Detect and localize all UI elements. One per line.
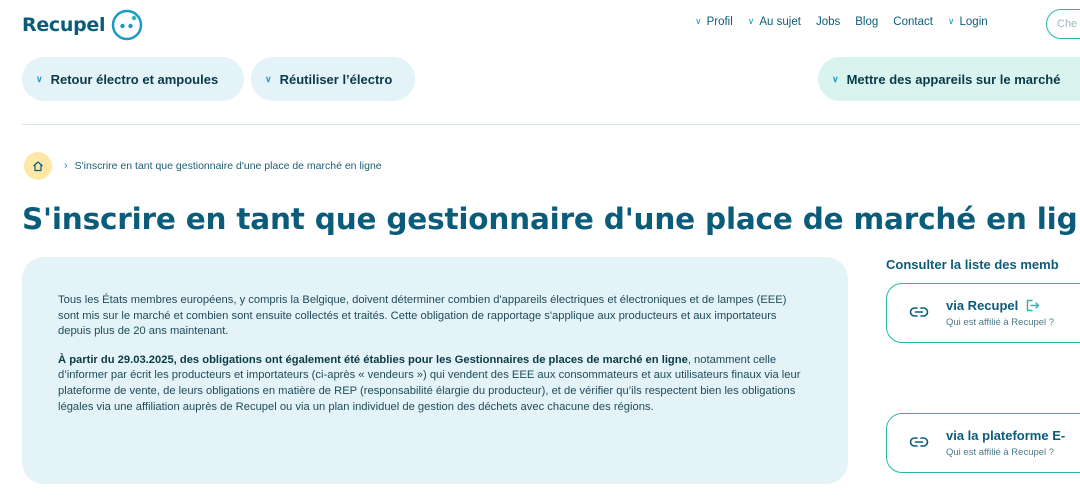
chevron-down-icon: ∨ <box>265 73 272 84</box>
logo-text: Recupel <box>22 14 106 36</box>
mainnav-label: Réutiliser l’électro <box>279 71 393 87</box>
card-title-text: via la plateforme E- <box>946 428 1066 443</box>
card-title: via Recupel <box>946 298 1040 313</box>
external-link-icon <box>1027 299 1040 312</box>
breadcrumb-current: S'inscrire en tant que gestionnaire d'un… <box>74 160 382 172</box>
nav-label: Contact <box>893 16 933 28</box>
link-icon <box>909 437 929 447</box>
mainnav-mettre-sur-marche[interactable]: ∨ Mettre des appareils sur le marché <box>818 57 1080 101</box>
card-subtitle: Qui est affilié à Recupel ? <box>946 447 1055 458</box>
card-subtitle: Qui est affilié à Recupel ? <box>946 317 1055 328</box>
chevron-down-icon: ∨ <box>947 15 955 26</box>
recupel-logo[interactable]: Recupel <box>22 9 143 41</box>
page-title: S'inscrire en tant que gestionnaire d'un… <box>22 202 1080 236</box>
via-recupel-card[interactable]: via Recupel Qui est affilié à Recupel ? <box>886 283 1080 343</box>
info-highlight: À partir du 29.03.2025, des obligations … <box>58 353 688 366</box>
nav-contact[interactable]: Contact <box>893 16 933 28</box>
info-paragraph-1: Tous les États membres européens, y comp… <box>58 294 787 338</box>
breadcrumb: › S'inscrire en tant que gestionnaire d'… <box>24 152 382 180</box>
nav-profil[interactable]: ∨ Profil <box>695 15 733 29</box>
nav-login[interactable]: ∨ Login <box>947 15 988 29</box>
chevron-down-icon: ∨ <box>747 15 755 26</box>
card-title-text: via Recupel <box>946 298 1019 313</box>
via-plateforme-card[interactable]: via la plateforme E- Qui est affilié à R… <box>886 413 1080 473</box>
chevron-right-icon: › <box>64 160 68 172</box>
link-icon <box>909 307 929 317</box>
nav-jobs[interactable]: Jobs <box>816 16 840 28</box>
nav-label: Profil <box>706 16 733 28</box>
top-nav: ∨ Profil ∨ Au sujet Jobs Blog Contact ∨ … <box>695 15 1003 29</box>
info-paragraph-2: À partir du 29.03.2025, des obligations … <box>58 353 810 415</box>
logo-face-icon <box>111 9 143 41</box>
mainnav-reutiliser[interactable]: ∨ Réutiliser l’électro <box>251 57 415 101</box>
card-title: via la plateforme E- <box>946 428 1065 443</box>
mainnav-retour-electro[interactable]: ∨ Retour électro et ampoules <box>22 57 244 101</box>
nav-au-sujet[interactable]: ∨ Au sujet <box>747 15 801 29</box>
chevron-down-icon: ∨ <box>832 73 839 84</box>
info-box: Tous les États membres européens, y comp… <box>22 257 848 484</box>
nav-blog[interactable]: Blog <box>855 16 878 28</box>
sidebar-title: Consulter la liste des memb <box>886 257 1059 272</box>
home-icon <box>33 161 43 172</box>
nav-label: Au sujet <box>759 16 801 28</box>
nav-label: Blog <box>855 16 879 28</box>
search-input[interactable]: Che <box>1046 9 1080 39</box>
mainnav-label: Retour électro et ampoules <box>50 71 219 87</box>
nav-label: Login <box>959 16 988 28</box>
nav-label: Jobs <box>815 16 841 28</box>
chevron-down-icon: ∨ <box>36 73 43 84</box>
header-divider <box>22 124 1080 125</box>
chevron-down-icon: ∨ <box>695 15 702 26</box>
breadcrumb-home[interactable] <box>24 152 52 180</box>
mainnav-label: Mettre des appareils sur le marché <box>846 71 1061 87</box>
